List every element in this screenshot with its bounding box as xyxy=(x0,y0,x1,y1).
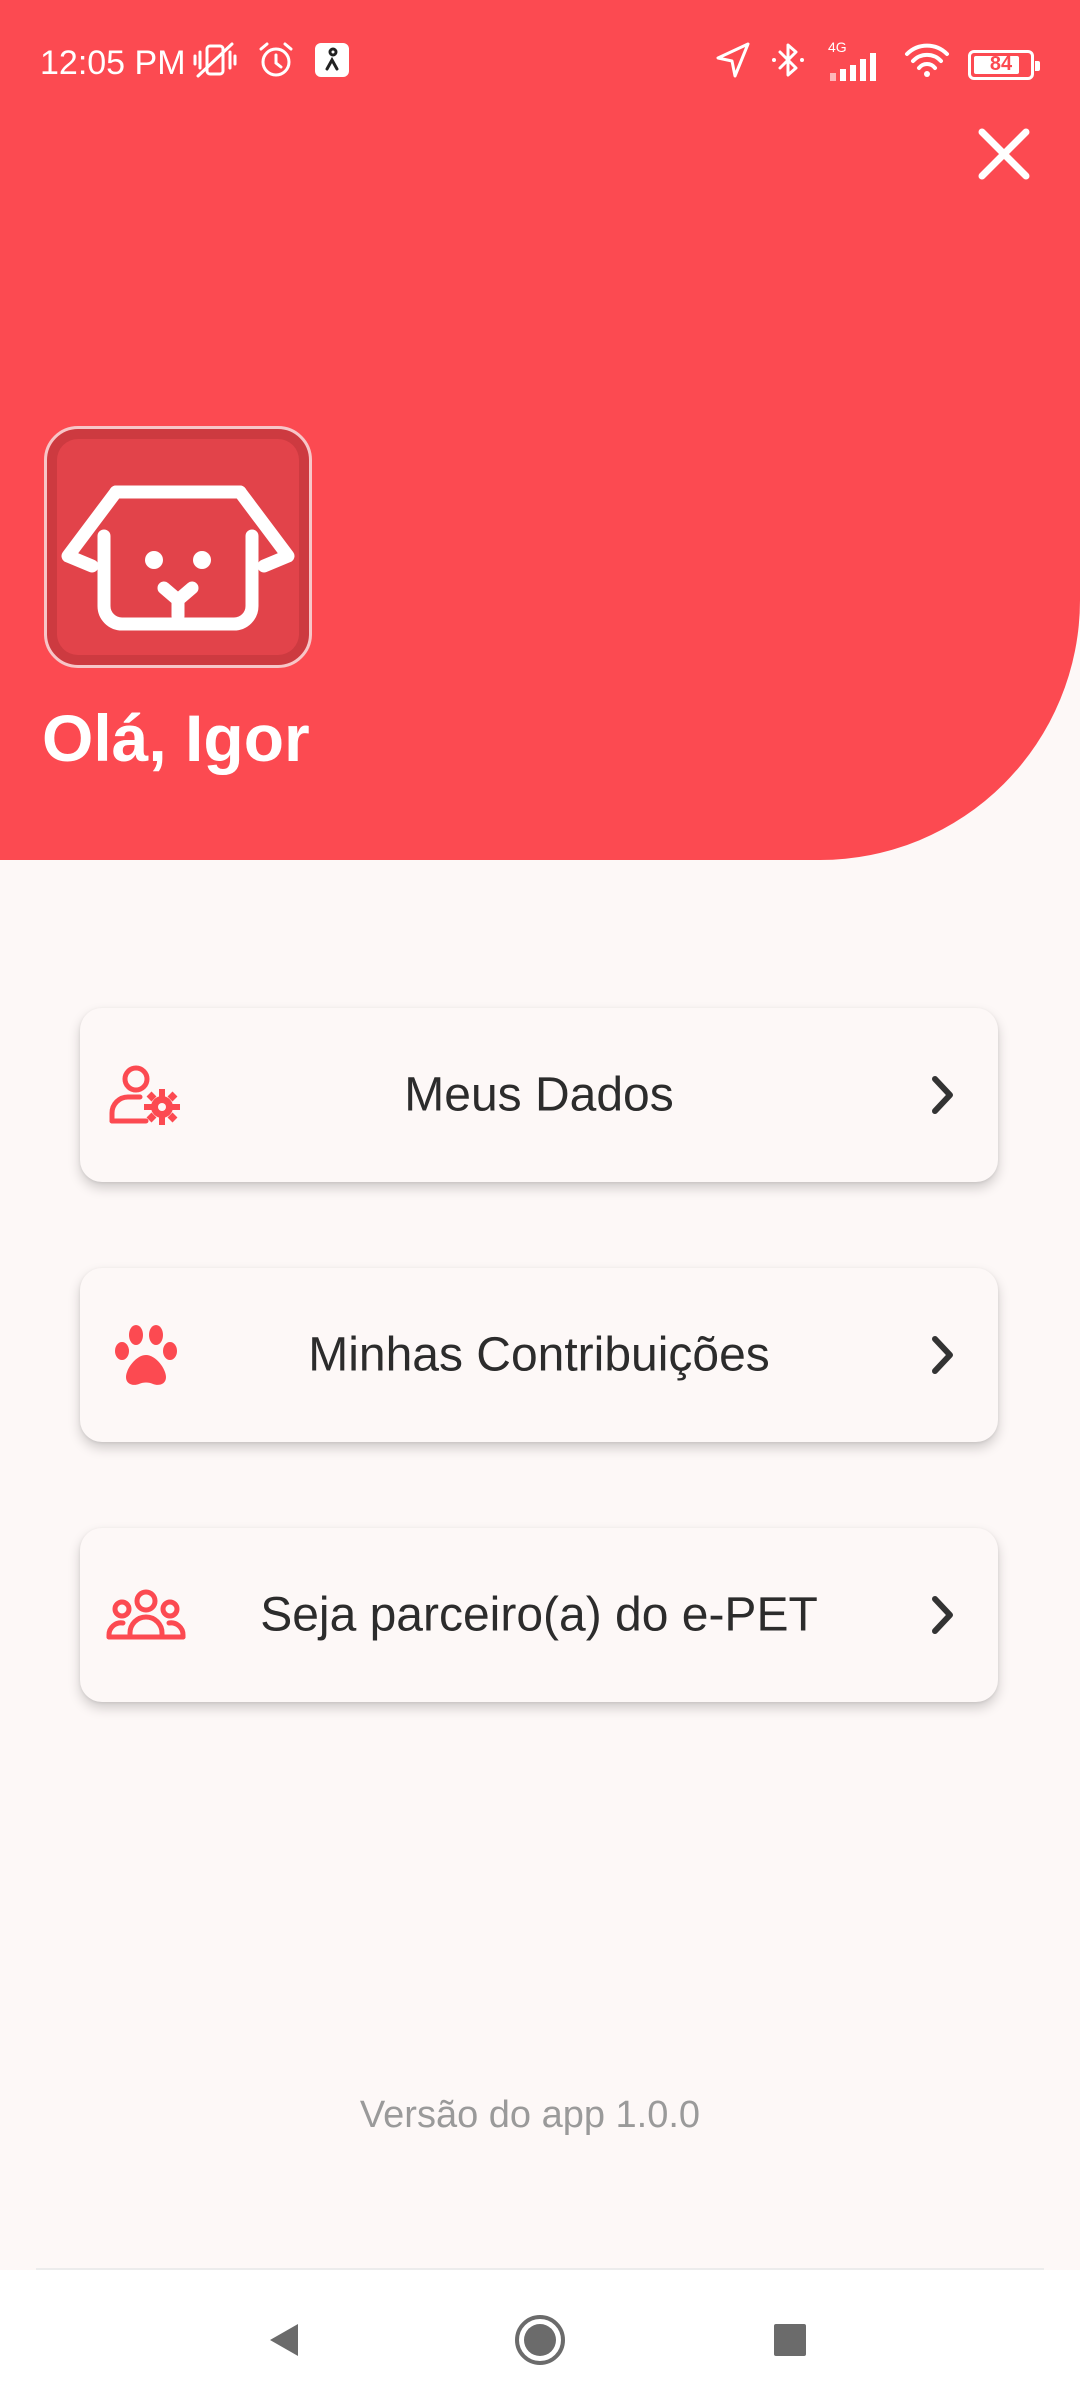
chevron-right-icon xyxy=(922,1070,962,1120)
mute-vibrate-icon xyxy=(192,40,238,89)
location-icon xyxy=(714,40,752,89)
menu-item-minhas-contribuicoes[interactable]: Minhas Contribuições xyxy=(80,1268,998,1442)
close-icon xyxy=(978,128,1030,180)
menu-item-label: Meus Dados xyxy=(404,1068,674,1122)
back-button[interactable] xyxy=(244,2300,324,2380)
home-button[interactable] xyxy=(500,2300,580,2380)
bluetooth-icon xyxy=(770,40,806,89)
alarm-icon xyxy=(256,40,296,89)
status-time: 12:05 PM xyxy=(40,44,186,82)
app-notification-icon xyxy=(314,42,350,87)
signal-icon: 4G xyxy=(824,39,886,85)
recents-icon xyxy=(774,2324,806,2356)
menu-item-seja-parceiro[interactable]: Seja parceiro(a) do e-PET xyxy=(80,1528,998,1702)
system-nav-bar xyxy=(0,2270,1080,2400)
recents-button[interactable] xyxy=(750,2300,830,2380)
app-version-text: Versão do app 1.0.0 xyxy=(359,2094,701,2136)
avatar xyxy=(44,426,312,668)
menu-item-label: Minhas Contribuições xyxy=(308,1328,770,1382)
home-icon xyxy=(515,2315,565,2365)
battery-icon: 84 xyxy=(968,49,1040,80)
menu-item-meus-dados[interactable]: Meus Dados xyxy=(80,1008,998,1182)
chevron-right-icon xyxy=(922,1330,962,1380)
greeting-title: Olá, Igor xyxy=(42,701,310,775)
back-icon xyxy=(270,2324,298,2356)
chevron-right-icon xyxy=(922,1590,962,1640)
battery-level: 84 xyxy=(989,53,1013,75)
dog-face-icon xyxy=(61,485,295,631)
status-left-icons xyxy=(192,40,350,89)
status-bar: 12:05 PM 4G 84 xyxy=(0,0,1080,130)
battery-tip xyxy=(1035,60,1040,71)
close-button[interactable] xyxy=(970,120,1038,188)
wifi-icon xyxy=(904,40,950,89)
status-right-icons: 4G 84 xyxy=(714,39,1040,89)
menu-item-label: Seja parceiro(a) do e-PET xyxy=(260,1588,818,1642)
